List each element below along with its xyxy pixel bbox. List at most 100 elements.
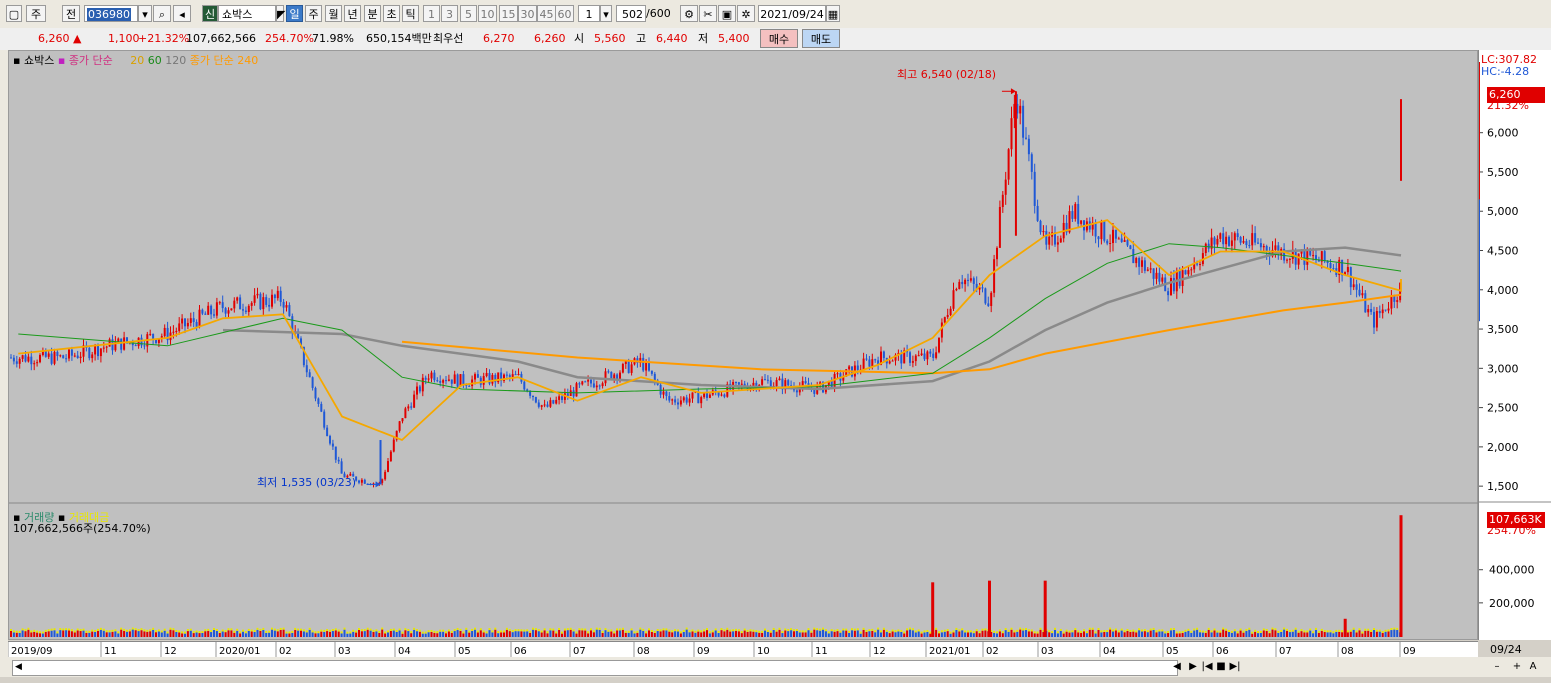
interval-button-15[interactable]: 15 <box>499 5 518 22</box>
interval-button-10[interactable]: 10 <box>478 5 497 22</box>
sell-button[interactable]: 매도 <box>802 29 840 48</box>
chart-control-2[interactable]: |◀ <box>1200 660 1214 674</box>
volume-bar <box>1181 632 1184 637</box>
candle-body <box>201 309 204 314</box>
interval-button-3[interactable]: 3 <box>441 5 458 22</box>
amount-dot <box>105 630 108 633</box>
amount-dot <box>227 628 230 631</box>
search-icon[interactable]: ⌕ <box>153 5 171 22</box>
volume-bar <box>1329 632 1332 637</box>
candle-body <box>1233 233 1236 241</box>
low-annotation: 최저 1,535 (03/23) <box>257 476 357 489</box>
candle-body <box>697 391 700 404</box>
y-tick-label: 3,500 <box>1487 323 1519 336</box>
period-tab-4[interactable]: 분 <box>364 5 381 22</box>
period-tab-5[interactable]: 초 <box>383 5 400 22</box>
scrollbar[interactable]: ◀ <box>12 660 1178 676</box>
interval-button-60[interactable]: 60 <box>555 5 574 22</box>
candle-body <box>540 405 543 407</box>
chevron-down-icon[interactable]: ▾ <box>138 5 152 22</box>
chart-control-6[interactable]: + <box>1510 660 1524 674</box>
interval-button-1[interactable]: 1 <box>423 5 440 22</box>
volume-spike <box>1399 515 1403 637</box>
volume-bar <box>152 629 155 637</box>
scissors-icon[interactable]: ✂ <box>699 5 717 22</box>
volume-bar <box>590 630 592 637</box>
prev-button[interactable]: 전 <box>62 5 80 22</box>
volume-bar <box>607 631 610 637</box>
stock-code-input[interactable]: 036980 <box>84 5 138 22</box>
volume-bar <box>1193 630 1196 637</box>
volume-bar <box>656 631 659 637</box>
amount-dot <box>1315 627 1317 630</box>
chart-control-1[interactable]: ▶ <box>1186 660 1200 674</box>
settings-icon[interactable]: ⚙ <box>680 5 698 22</box>
volume-bar <box>775 631 778 637</box>
calendar-icon[interactable]: ▦ <box>826 5 840 22</box>
date-input[interactable]: 2021/09/24 <box>758 5 826 22</box>
volume-bar <box>1248 629 1251 637</box>
speaker-icon[interactable]: ◂ <box>173 5 191 22</box>
chart-control-4[interactable]: ▶| <box>1228 660 1242 674</box>
interval-button-5[interactable]: 5 <box>460 5 477 22</box>
candle-body <box>1152 268 1155 279</box>
amount-dot <box>102 628 105 631</box>
x-tick-label: 2020/01 <box>219 646 261 657</box>
stock-name-field[interactable]: 쇼박스 <box>218 5 276 22</box>
volume-bar <box>1013 632 1016 637</box>
x-tick-label: 05 <box>1166 646 1179 657</box>
candle-body <box>97 345 99 357</box>
chart-area[interactable]: ▪ 쇼박스 ▪ 종가 단순 20 60 120 종가 단순 240 최고 6,5… <box>8 50 1479 640</box>
volume-bar <box>360 631 363 637</box>
candle-body <box>677 402 679 405</box>
count-input[interactable]: 502 <box>616 5 646 22</box>
amount-dot <box>1230 630 1233 633</box>
volume-bar <box>294 629 297 637</box>
volume-bar <box>1201 632 1204 637</box>
volume-bar <box>685 629 688 637</box>
period-tab-1[interactable]: 주 <box>305 5 322 22</box>
amount-dot <box>163 628 166 631</box>
period-select[interactable]: 주 <box>26 5 46 22</box>
scroll-left-icon[interactable]: ◀ <box>15 662 22 672</box>
volume-bar <box>784 630 787 637</box>
period-tab-6[interactable]: 틱 <box>402 5 419 22</box>
period-tab-0[interactable]: 일 <box>286 5 303 22</box>
candle-body <box>358 480 360 483</box>
amount-dot <box>946 629 949 632</box>
candle-body <box>108 339 111 347</box>
chart-control-3[interactable]: ■ <box>1214 660 1228 674</box>
chevron-down-icon[interactable]: ▾ <box>600 5 612 22</box>
period-tab-2[interactable]: 월 <box>325 5 342 22</box>
amount-dot <box>804 630 807 633</box>
candle-body <box>505 374 508 376</box>
interval-button-45[interactable]: 45 <box>537 5 556 22</box>
volume-bar <box>1033 633 1036 637</box>
gear-icon[interactable]: ✲ <box>737 5 755 22</box>
volume-bar <box>1056 633 1059 637</box>
amount-dot <box>1248 627 1251 630</box>
interval-button-30[interactable]: 30 <box>518 5 537 22</box>
chart-control-0[interactable]: ◀ <box>1170 660 1184 674</box>
volume-bar <box>88 632 91 637</box>
amount-dot <box>938 631 940 634</box>
candle-body <box>920 353 923 356</box>
x-tick-label: 12 <box>164 646 177 657</box>
window-icon[interactable]: ▢ <box>6 5 22 22</box>
candle-body <box>1071 211 1074 219</box>
volume-bar <box>302 631 305 637</box>
amount-dot <box>363 629 366 632</box>
volume-bar <box>1320 630 1323 637</box>
chart-control-7[interactable]: A <box>1526 660 1540 674</box>
candle-body <box>320 403 323 412</box>
high-label: 고 <box>636 32 647 45</box>
volume-bar <box>355 632 358 637</box>
amount-dot <box>529 630 532 633</box>
chart-control-5[interactable]: – <box>1490 660 1504 674</box>
period-tab-3[interactable]: 년 <box>344 5 361 22</box>
save-icon[interactable]: ▣ <box>718 5 736 22</box>
amount-dot <box>1077 630 1080 633</box>
interval-input[interactable]: 1 <box>578 5 600 22</box>
volume-bar <box>85 632 88 637</box>
buy-button[interactable]: 매수 <box>760 29 798 48</box>
